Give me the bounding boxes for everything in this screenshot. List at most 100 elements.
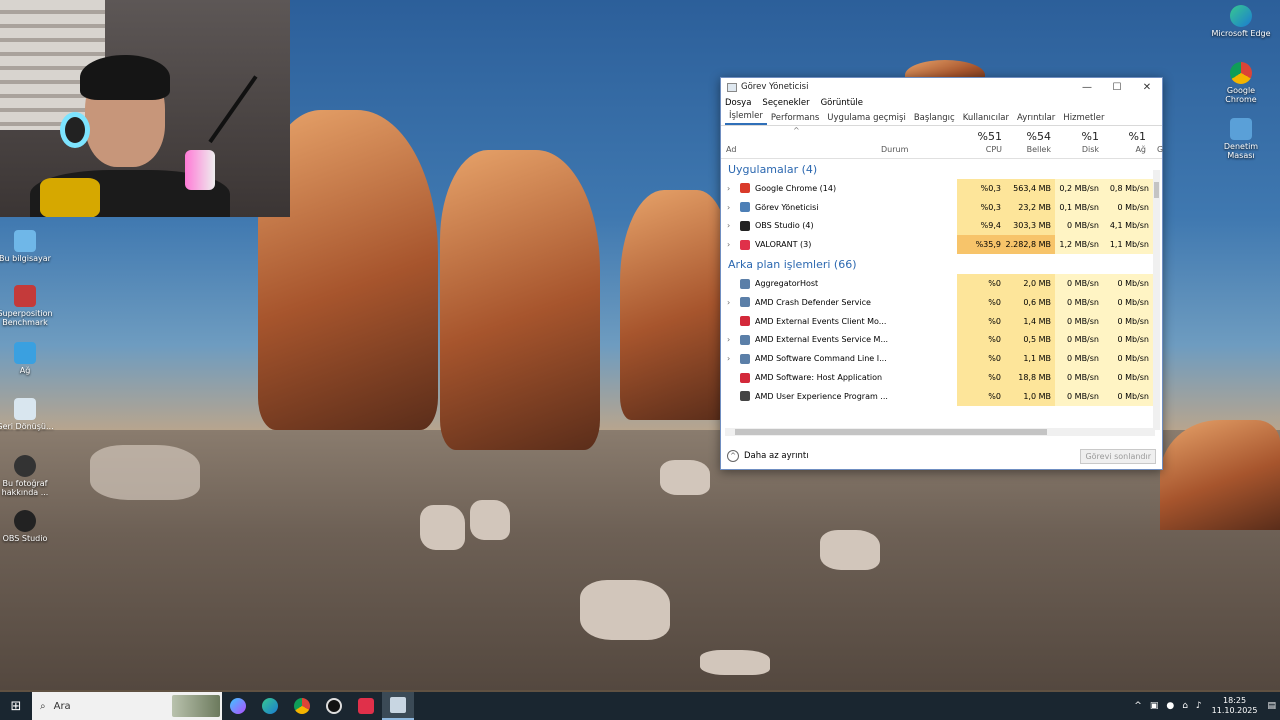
- desktop-icon-chrome[interactable]: Google Chrome: [1211, 62, 1271, 104]
- expand-chevron-icon[interactable]: ›: [727, 335, 730, 344]
- process-disk-value: 1,2 MB/sn: [1055, 235, 1103, 255]
- tab-startup[interactable]: Başlangıç: [910, 113, 959, 125]
- obs-icon: [14, 510, 36, 532]
- person-hair: [80, 55, 170, 100]
- webcam-overlay: [0, 0, 290, 217]
- column-name[interactable]: Ad: [726, 145, 736, 154]
- desktop-icon-edge[interactable]: Microsoft Edge: [1211, 5, 1271, 38]
- search-placeholder: Ara: [53, 700, 71, 712]
- search-highlight-image[interactable]: [172, 695, 220, 717]
- tab-app-history[interactable]: Uygulama geçmişi: [823, 113, 910, 125]
- windows-start-icon[interactable]: ⊞: [0, 692, 32, 720]
- process-name: AggregatorHost: [755, 279, 819, 289]
- horizontal-scrollbar[interactable]: [725, 428, 1155, 436]
- taskbar-edge[interactable]: [254, 692, 286, 720]
- taskbar-obs[interactable]: [318, 692, 350, 720]
- app-tray-icon[interactable]: ▣: [1150, 701, 1159, 711]
- desktop-icon-recycle-bin[interactable]: Geri Dönüşü...: [0, 398, 55, 431]
- process-row[interactable]: AMD External Events Client Mo... %0 1,4 MB…: [721, 311, 1162, 331]
- taskbar: ⊞ ⌕ Ara ^ ▣ ● ⌂ ♪ 18:25 11.10.2025 ▤: [0, 692, 1280, 720]
- menu-options[interactable]: Seçenekler: [762, 98, 809, 108]
- menu-file[interactable]: Dosya: [725, 98, 751, 108]
- column-disk-percent[interactable]: %1: [1054, 130, 1099, 143]
- stone: [90, 445, 200, 500]
- process-row[interactable]: › Görev Yöneticisi %0,3 23,2 MB 0,1 MB/sn 0 M…: [721, 197, 1162, 217]
- menu-view[interactable]: Görüntüle: [821, 98, 863, 108]
- process-name: Görev Yöneticisi: [755, 202, 819, 212]
- volume-icon[interactable]: ♪: [1196, 701, 1202, 711]
- column-memory-percent[interactable]: %54: [1006, 130, 1051, 143]
- process-net-value: 0 Mb/sn: [1103, 292, 1153, 312]
- taskbar-task-manager[interactable]: [382, 692, 414, 720]
- expand-chevron-icon[interactable]: ›: [727, 240, 730, 249]
- end-task-button[interactable]: Görevi sonlandır: [1080, 448, 1156, 464]
- network-icon[interactable]: ⌂: [1182, 701, 1188, 711]
- process-row[interactable]: AMD Software: Host Application %0 18,8 MB 0…: [721, 368, 1162, 387]
- process-row[interactable]: › AMD Software Command Line I... %0 1,1 MB 0…: [721, 349, 1162, 369]
- task-manager-icon: [727, 82, 737, 92]
- shirt-stripe: [40, 178, 100, 217]
- tab-users[interactable]: Kullanıcılar: [959, 113, 1013, 125]
- taskbar-chrome[interactable]: [286, 692, 318, 720]
- notification-icon[interactable]: ▤: [1267, 701, 1276, 711]
- column-network-percent[interactable]: %1: [1101, 130, 1146, 143]
- process-mem-value: 23,2 MB: [1005, 197, 1055, 217]
- process-cpu-value: %0,3: [957, 179, 1005, 198]
- column-headers: ^ Ad Durum %51 CPU %54 Bellek %1 Disk %1…: [721, 126, 1163, 159]
- expand-chevron-icon[interactable]: ›: [727, 184, 730, 193]
- expand-chevron-icon[interactable]: ›: [727, 221, 730, 230]
- process-row[interactable]: › AMD External Events Service M... %0 0,5 M…: [721, 330, 1162, 350]
- process-row[interactable]: › AMD Crash Defender Service %0 0,6 MB 0 MB/…: [721, 292, 1162, 312]
- taskbar-valorant[interactable]: [350, 692, 382, 720]
- fewer-details-link[interactable]: Daha az ayrıntı: [744, 451, 809, 461]
- scrollbar-thumb[interactable]: [735, 429, 1047, 435]
- search-box[interactable]: ⌕ Ara: [32, 692, 222, 720]
- chevron-up-icon[interactable]: ^: [727, 450, 739, 462]
- column-cpu[interactable]: CPU: [957, 145, 1002, 154]
- process-row[interactable]: AggregatorHost %0 2,0 MB 0 MB/sn 0 Mb/sn: [721, 274, 1162, 293]
- process-row[interactable]: › Google Chrome (14) %0,3 563,4 MB 0,2 MB/sn…: [721, 179, 1162, 198]
- process-cpu-value: %0: [957, 368, 1005, 387]
- process-row[interactable]: › VALORANT (3) %35,9 2.282,8 MB 1,2 MB/sn 1,1…: [721, 235, 1162, 255]
- task-manager-icon: [390, 697, 406, 713]
- desktop-icon-about-photo[interactable]: Bu fotoğraf hakkında ...: [0, 455, 55, 497]
- chevron-up-icon[interactable]: ^: [1134, 701, 1142, 711]
- minimize-button[interactable]: —: [1072, 82, 1102, 93]
- desktop-icon-network[interactable]: Ağ: [0, 342, 55, 375]
- column-status[interactable]: Durum: [881, 145, 908, 154]
- scrollbar-thumb[interactable]: [1154, 182, 1159, 198]
- maximize-button[interactable]: ☐: [1102, 82, 1132, 93]
- desktop-icon-superposition[interactable]: Superposition Benchmark: [0, 285, 55, 327]
- taskbar-copilot[interactable]: [222, 692, 254, 720]
- expand-chevron-icon[interactable]: ›: [727, 203, 730, 212]
- clock[interactable]: 18:25 11.10.2025: [1212, 696, 1258, 716]
- expand-chevron-icon[interactable]: ›: [727, 298, 730, 307]
- vertical-scrollbar[interactable]: [1153, 170, 1160, 430]
- tab-processes[interactable]: İşlemler: [725, 111, 767, 125]
- desktop-icon-this-pc[interactable]: Bu bilgisayar: [0, 230, 55, 263]
- tab-performance[interactable]: Performans: [767, 113, 823, 125]
- column-gpu[interactable]: G: [1157, 145, 1163, 154]
- desktop-icon-control-panel[interactable]: Denetim Masası: [1211, 118, 1271, 160]
- process-cpu-value: %0: [957, 330, 1005, 350]
- process-row[interactable]: AMD User Experience Program ... %0 1,0 MB 0…: [721, 386, 1162, 406]
- column-cpu-percent[interactable]: %51: [957, 130, 1002, 143]
- process-net-value: 4,1 Mb/sn: [1103, 216, 1153, 236]
- process-icon: [740, 316, 750, 327]
- column-network[interactable]: Ağ: [1101, 145, 1146, 154]
- window-title: Görev Yöneticisi: [741, 82, 809, 92]
- task-manager-window[interactable]: Görev Yöneticisi — ☐ ✕ Dosya Seçenekler …: [720, 77, 1163, 470]
- process-disk-value: 0,1 MB/sn: [1055, 197, 1103, 217]
- process-cpu-value: %0: [957, 386, 1005, 406]
- microphone-icon[interactable]: ●: [1166, 701, 1174, 711]
- column-disk[interactable]: Disk: [1054, 145, 1099, 154]
- column-memory[interactable]: Bellek: [1006, 145, 1051, 154]
- title-bar[interactable]: Görev Yöneticisi — ☐ ✕: [721, 78, 1162, 96]
- tab-details[interactable]: Ayrıntılar: [1013, 113, 1059, 125]
- process-cpu-value: %0: [957, 311, 1005, 331]
- close-button[interactable]: ✕: [1132, 82, 1162, 93]
- desktop-icon-obs[interactable]: OBS Studio: [0, 510, 55, 543]
- tab-services[interactable]: Hizmetler: [1059, 113, 1108, 125]
- expand-chevron-icon[interactable]: ›: [727, 354, 730, 363]
- process-row[interactable]: › OBS Studio (4) %9,4 303,3 MB 0 MB/sn 4,1 Mb…: [721, 216, 1162, 236]
